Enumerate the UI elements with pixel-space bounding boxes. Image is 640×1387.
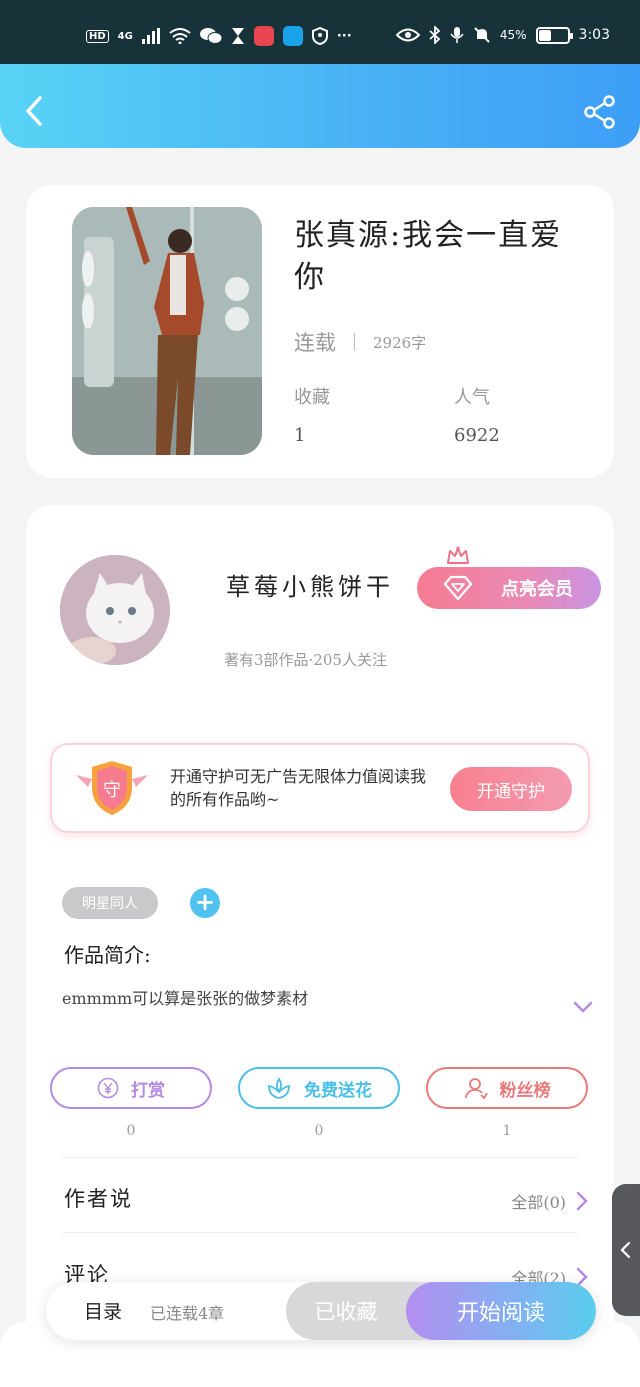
status-divider <box>354 333 355 351</box>
book-info-card: 张真源:我会一直爱你 连载 2926字 收藏 人气 1 6922 <box>26 185 614 478</box>
battery-fill <box>538 29 552 41</box>
hd-badge: HD <box>86 29 109 43</box>
author-says-all[interactable]: 全部(0) <box>511 1189 588 1213</box>
reward-button[interactable]: 打赏 <box>50 1067 212 1109</box>
search-app-icon <box>282 26 303 46</box>
toc-button[interactable]: 目录 <box>84 1297 122 1324</box>
collected-label: 已收藏 <box>314 1300 378 1324</box>
flower-count: 0 <box>314 1123 324 1139</box>
fan-count: 1 <box>502 1123 512 1139</box>
microphone-icon <box>450 27 464 43</box>
reward-count: 0 <box>126 1123 136 1139</box>
add-tag-button[interactable]: + <box>190 888 220 918</box>
side-drawer-handle[interactable] <box>612 1184 640 1316</box>
user-icon <box>464 1078 488 1100</box>
status-left: HD 4G ··· <box>86 26 352 46</box>
privacy-icon <box>311 27 328 45</box>
yen-icon <box>97 1077 119 1099</box>
start-reading-button[interactable]: 开始阅读 <box>406 1282 596 1340</box>
wifi-icon <box>169 28 191 44</box>
status-bar: HD 4G ··· 45% 3:03 <box>0 0 640 64</box>
vip-button-label: 点亮会员 <box>501 579 573 600</box>
header <box>0 64 640 148</box>
author-says-label: 作者说 <box>64 1187 133 1211</box>
guard-text: 开通守护可无广告无限体力值阅读我的所有作品哟~ <box>170 767 427 809</box>
popularity-label: 人气 <box>454 387 490 408</box>
intro-title: 作品简介: <box>64 943 151 967</box>
hourglass-icon <box>231 28 244 44</box>
cat-avatar-illustration <box>60 555 170 665</box>
favorites-value: 1 <box>294 425 306 446</box>
send-flower-label: 免费送花 <box>304 1080 372 1101</box>
chevron-right-icon <box>576 1191 588 1211</box>
author-says-all-label: 全部(0) <box>511 1193 566 1212</box>
flower-icon <box>268 1077 290 1099</box>
bluetooth-icon <box>429 26 441 44</box>
signal-icon <box>141 28 160 44</box>
favorites-label: 收藏 <box>294 387 330 408</box>
popularity-value: 6922 <box>454 425 500 446</box>
tag-item[interactable]: 明星同人 <box>62 887 158 919</box>
mute-bell-icon <box>474 27 490 43</box>
eye-icon <box>395 28 420 42</box>
back-button[interactable] <box>20 94 50 128</box>
chevron-left-icon <box>620 1241 631 1259</box>
fan-rank-label: 粉丝榜 <box>499 1080 551 1101</box>
reader-app-icon <box>253 26 274 46</box>
open-guard-button[interactable]: 开通守护 <box>450 767 572 811</box>
author-detail-card: 草莓小熊饼干 著有3部作品·205人关注 点亮会员 守 开通守护可无广告无限体力… <box>26 505 614 1387</box>
send-flower-button[interactable]: 免费送花 <box>238 1067 400 1109</box>
author-name[interactable]: 草莓小熊饼干 <box>226 567 394 602</box>
book-status-row: 连载 2926字 <box>294 327 426 357</box>
reward-label: 打赏 <box>131 1080 165 1101</box>
word-count: 2926字 <box>373 333 427 352</box>
share-button[interactable] <box>582 94 618 130</box>
guard-shield-icon: 守 <box>76 761 148 815</box>
battery-icon <box>535 26 573 44</box>
clock: 3:03 <box>578 27 610 43</box>
chevron-down-icon[interactable] <box>572 999 594 1015</box>
chapter-count[interactable]: 已连载4章 <box>150 1300 224 1324</box>
fan-rank-button[interactable]: 粉丝榜 <box>426 1067 588 1109</box>
author-meta: 著有3部作品·205人关注 <box>224 651 387 669</box>
guard-shield-char: 守 <box>103 780 121 801</box>
bottom-action-bar: 目录 已连载4章 已收藏 开始阅读 <box>46 1282 596 1340</box>
vip-button[interactable]: 点亮会员 <box>417 567 601 609</box>
serial-status: 连载 <box>294 331 336 355</box>
network-type: 4G <box>117 30 133 42</box>
wechat-icon <box>199 28 222 44</box>
divider <box>62 1232 578 1233</box>
intro-text: emmmm可以算是张张的做梦素材 <box>62 989 309 1008</box>
author-avatar[interactable] <box>60 555 170 665</box>
book-title: 张真源:我会一直爱你 <box>294 218 563 295</box>
diamond-icon <box>443 575 473 601</box>
book-cover[interactable] <box>72 207 262 455</box>
more-notifications: ··· <box>336 28 352 44</box>
status-right: 45% 3:03 <box>395 26 610 44</box>
guard-banner: 守 开通守护可无广告无限体力值阅读我的所有作品哟~ 开通守护 <box>50 743 590 833</box>
crown-icon <box>447 546 469 564</box>
battery-percent: 45% <box>499 28 527 42</box>
cover-illustration <box>72 207 262 455</box>
divider <box>62 1157 578 1158</box>
